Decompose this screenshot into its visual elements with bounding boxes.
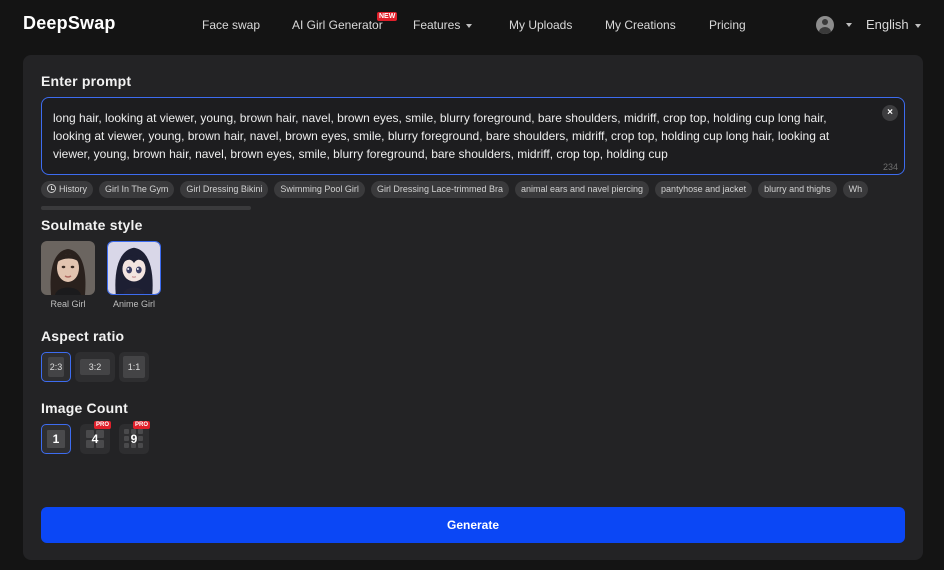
style-real-girl[interactable] bbox=[41, 241, 95, 295]
top-nav-bar: DeepSwap Face swap AI Girl Generator NEW… bbox=[0, 0, 944, 50]
ratio-1-1-label: 1:1 bbox=[123, 356, 145, 378]
anime-girl-thumbnail bbox=[108, 242, 160, 294]
suggestion-tag[interactable]: Girl Dressing Bikini bbox=[180, 181, 269, 198]
nav-my-uploads[interactable]: My Uploads bbox=[509, 18, 572, 32]
suggestion-tag[interactable]: Swimming Pool Girl bbox=[274, 181, 365, 198]
language-selector[interactable]: English bbox=[866, 17, 921, 32]
tags-scrollbar[interactable] bbox=[41, 206, 251, 210]
ratio-2-3-label: 2:3 bbox=[48, 357, 64, 377]
history-label: History bbox=[59, 184, 88, 194]
deepswap-logo[interactable]: DeepSwap bbox=[23, 13, 116, 34]
nav-pricing[interactable]: Pricing bbox=[709, 18, 746, 32]
enter-prompt-title: Enter prompt bbox=[41, 73, 132, 89]
suggestion-tag[interactable]: blurry and thighs bbox=[758, 181, 837, 198]
ratio-3-2-button[interactable]: 3:2 bbox=[75, 352, 115, 382]
nav-ai-girl-generator[interactable]: AI Girl Generator bbox=[292, 18, 383, 32]
ratio-3-2-label: 3:2 bbox=[80, 359, 110, 375]
char-count: 234 bbox=[882, 162, 898, 172]
history-tag[interactable]: History bbox=[41, 181, 94, 198]
aspect-ratio-title: Aspect ratio bbox=[41, 328, 125, 344]
count-1-label: 1 bbox=[52, 432, 60, 446]
image-count-title: Image Count bbox=[41, 400, 128, 416]
style-anime-girl[interactable] bbox=[107, 241, 161, 295]
ratio-2-3-button[interactable]: 2:3 bbox=[41, 352, 71, 382]
suggestion-tag[interactable]: Wh bbox=[842, 181, 869, 198]
count-1-button[interactable]: 1 bbox=[41, 424, 71, 454]
prompt-text[interactable]: long hair, looking at viewer, young, bro… bbox=[53, 109, 853, 163]
close-icon[interactable]: × bbox=[882, 105, 898, 121]
ratio-1-1-button[interactable]: 1:1 bbox=[119, 352, 149, 382]
nav-my-creations[interactable]: My Creations bbox=[605, 18, 676, 32]
style-anime-girl-label: Anime Girl bbox=[112, 299, 155, 309]
pro-badge: PRO bbox=[93, 421, 111, 429]
soulmate-style-title: Soulmate style bbox=[41, 217, 143, 233]
suggestion-tag[interactable]: pantyhose and jacket bbox=[655, 181, 753, 198]
generator-panel: Enter prompt long hair, looking at viewe… bbox=[23, 55, 923, 560]
pro-badge: PRO bbox=[132, 421, 150, 429]
language-label: English bbox=[866, 17, 909, 32]
prompt-textarea[interactable]: long hair, looking at viewer, young, bro… bbox=[41, 97, 905, 175]
avatar-chevron-down-icon[interactable] bbox=[846, 23, 852, 27]
generate-button[interactable]: Generate bbox=[41, 507, 905, 543]
style-real-girl-label: Real Girl bbox=[50, 299, 86, 309]
count-4-button[interactable]: 4 PRO bbox=[80, 421, 111, 454]
chevron-down-icon bbox=[466, 23, 473, 28]
user-avatar-icon[interactable] bbox=[816, 16, 834, 34]
nav-features-label: Features bbox=[413, 18, 461, 32]
suggestion-tag[interactable]: animal ears and navel piercing bbox=[514, 181, 650, 198]
prompt-suggestion-tags: History Girl In The Gym Girl Dressing Biki… bbox=[41, 181, 903, 199]
real-girl-thumbnail bbox=[41, 241, 95, 295]
nav-features[interactable]: Features bbox=[413, 18, 473, 32]
language-chevron-down-icon bbox=[914, 23, 921, 28]
suggestion-tag[interactable]: Girl In The Gym bbox=[99, 181, 175, 198]
suggestion-tag[interactable]: Girl Dressing Lace-trimmed Bra bbox=[370, 181, 509, 198]
clock-icon bbox=[47, 184, 56, 193]
nav-face-swap[interactable]: Face swap bbox=[202, 18, 260, 32]
count-9-button[interactable]: 9 PRO bbox=[119, 421, 150, 454]
new-badge: NEW bbox=[377, 12, 398, 21]
